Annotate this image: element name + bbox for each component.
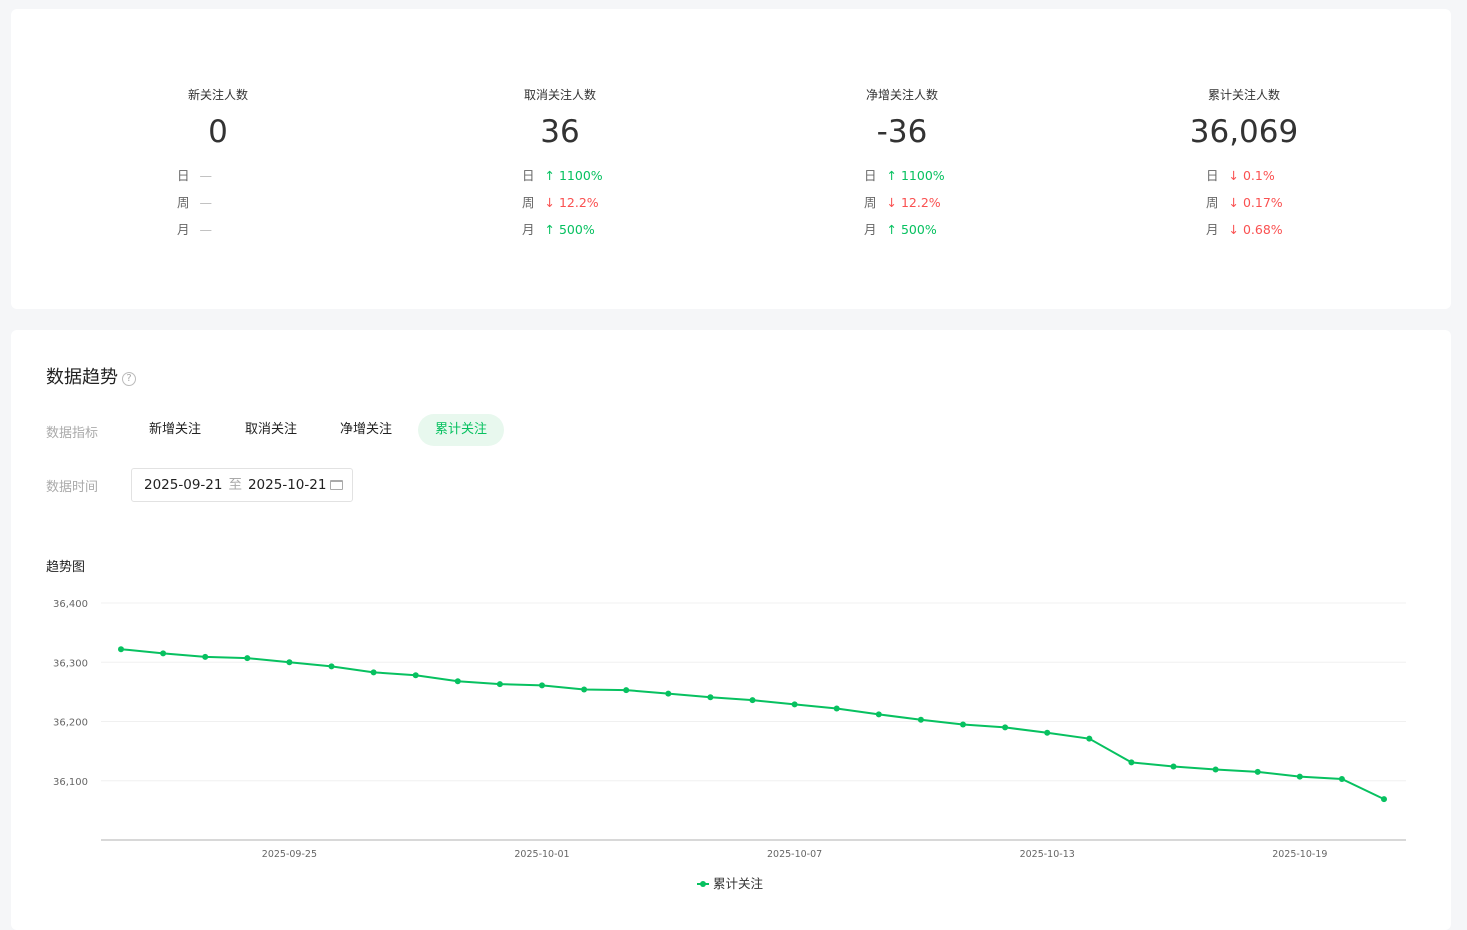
data-point[interactable] [581, 686, 588, 693]
data-point[interactable] [749, 697, 756, 704]
y-tick-label: 36,100 [53, 777, 88, 788]
data-point[interactable] [1338, 775, 1345, 782]
data-point[interactable] [370, 669, 377, 676]
data-point[interactable] [539, 682, 545, 689]
data-point[interactable] [496, 681, 503, 688]
data-point[interactable] [1381, 796, 1387, 803]
data-point[interactable] [833, 705, 840, 712]
data-point[interactable] [917, 716, 924, 723]
data-point[interactable] [1128, 759, 1135, 766]
x-tick-label: 2025-09-25 [262, 849, 317, 860]
data-point[interactable] [1044, 729, 1051, 736]
x-tick-label: 2025-10-13 [1020, 849, 1075, 860]
y-tick-label: 36,300 [53, 658, 88, 669]
x-tick-label: 2025-10-19 [1272, 849, 1327, 860]
legend-dot-icon [700, 881, 706, 887]
data-point[interactable] [1254, 768, 1261, 775]
y-tick-label: 36,200 [53, 718, 88, 729]
data-point[interactable] [286, 659, 293, 666]
data-point[interactable] [1002, 724, 1009, 731]
data-point[interactable] [875, 711, 882, 718]
data-point[interactable] [412, 672, 419, 679]
data-point[interactable] [791, 701, 798, 708]
x-tick-label: 2025-10-01 [514, 849, 569, 860]
y-tick-label: 36,400 [53, 599, 88, 610]
data-point[interactable] [1212, 766, 1219, 773]
data-point[interactable] [202, 653, 209, 660]
data-point[interactable] [1170, 763, 1177, 770]
data-point[interactable] [960, 721, 966, 728]
data-point[interactable] [623, 687, 630, 694]
data-point[interactable] [707, 694, 714, 701]
trend-chart: 36,100 36,200 36,300 36,400 2025-09-25 2025-1… [53, 599, 1406, 891]
x-tick-label: 2025-10-07 [767, 849, 822, 860]
data-point[interactable] [1296, 773, 1303, 780]
series-line [120, 648, 1385, 801]
data-point[interactable] [160, 650, 167, 657]
legend-label[interactable]: 累计关注 [713, 876, 764, 891]
data-point[interactable] [118, 646, 124, 653]
data-point[interactable] [1086, 735, 1093, 742]
data-point[interactable] [328, 663, 335, 670]
data-point[interactable] [665, 690, 672, 697]
data-point[interactable] [454, 678, 461, 685]
data-point[interactable] [244, 655, 251, 662]
